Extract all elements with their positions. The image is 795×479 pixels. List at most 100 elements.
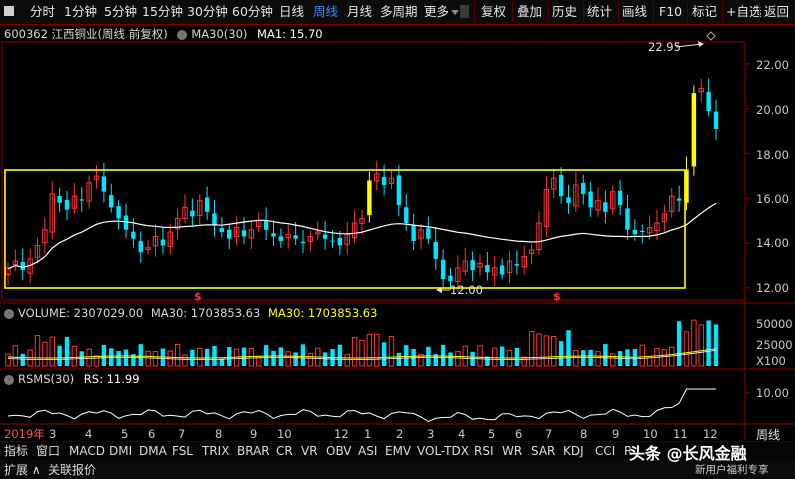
volume-bar	[528, 331, 535, 367]
tab-kdj[interactable]: KDJ	[563, 443, 584, 459]
volume-bar	[625, 349, 630, 366]
volume-bar	[595, 351, 601, 367]
volume-bar	[197, 347, 203, 367]
tab-cr[interactable]: CR	[276, 443, 293, 459]
candle-body	[470, 260, 475, 271]
tab-asi[interactable]: ASI	[358, 443, 377, 459]
price-frame	[1, 41, 746, 301]
date-label: 2	[396, 427, 404, 441]
candle-body	[101, 176, 107, 192]
tab-wr[interactable]: WR	[502, 443, 522, 459]
settings-icon[interactable]: ·	[4, 374, 14, 385]
date-label: 12	[703, 427, 718, 441]
tab-emv[interactable]: EMV	[385, 443, 411, 459]
volume-bar	[566, 330, 571, 366]
date-label: 4	[458, 427, 466, 441]
tab-rsi[interactable]: RSI	[474, 443, 494, 459]
date-label: 6	[148, 427, 156, 441]
volume-bar	[116, 351, 121, 366]
date-label: 7	[178, 427, 186, 441]
tab-window[interactable]: 窗口	[36, 443, 60, 459]
tab-sar[interactable]: SAR	[531, 443, 555, 459]
candle-body	[381, 176, 387, 185]
volume-bar	[300, 344, 306, 366]
settings-icon[interactable]: ·	[4, 308, 14, 319]
volume-bar	[227, 347, 232, 366]
tab-macd[interactable]: MACD	[69, 443, 105, 459]
rs-value: RS: 11.99	[83, 372, 140, 386]
price-tick-20: 20.00	[756, 103, 789, 117]
volume-bar	[396, 352, 402, 366]
volume-bar	[351, 337, 358, 367]
candle-body	[581, 182, 586, 194]
volume-bar	[683, 331, 690, 367]
candle-body	[603, 202, 608, 212]
volume-bar	[64, 337, 70, 366]
tab-vr[interactable]: VR	[301, 443, 318, 459]
date-label: 12	[334, 427, 349, 441]
expand-button[interactable]: 扩展 ∧	[4, 461, 41, 478]
volume-bar	[388, 335, 395, 367]
volume-bar	[477, 345, 483, 367]
volume-bar	[536, 333, 542, 367]
volume-bar	[101, 345, 107, 366]
volume-bar	[293, 352, 298, 366]
candle-body	[109, 194, 114, 208]
date-label: 8	[215, 427, 223, 441]
volume-bar	[374, 333, 380, 367]
indicator-label: 指标	[4, 444, 29, 458]
candle-body	[204, 197, 210, 212]
volume-bar	[57, 345, 62, 366]
tab-dma[interactable]: DMA	[139, 443, 167, 459]
candle-body	[57, 195, 62, 203]
tab-dmi[interactable]: DMI	[109, 443, 132, 459]
date-label: 10	[277, 427, 292, 441]
candle-body	[411, 225, 416, 241]
kline-chart[interactable]	[0, 0, 795, 479]
date-label: 9	[612, 427, 620, 441]
volume-bar	[698, 324, 704, 367]
tab-fsl[interactable]: FSL	[172, 443, 193, 459]
volume-bar	[558, 341, 564, 366]
candle-body	[485, 265, 490, 273]
date-label: 5	[488, 427, 496, 441]
price-tick-16: 16.00	[756, 192, 789, 206]
candle-body	[131, 231, 136, 239]
candle-body	[190, 210, 195, 217]
watermark-sub: 新用户福利专享	[695, 464, 769, 476]
volume-bar	[551, 336, 557, 367]
candle-body	[396, 175, 402, 206]
volume-bar	[455, 350, 461, 367]
candle-body	[588, 191, 593, 208]
volume-bar	[219, 359, 225, 366]
tab-trix[interactable]: TRIX	[202, 443, 229, 459]
candle-body	[706, 91, 711, 112]
vol-tick-50000: 50000	[756, 317, 793, 331]
price-tick-18: 18.00	[756, 148, 789, 162]
date-year: 2019年	[4, 427, 45, 441]
candle-body	[566, 197, 571, 203]
price-tick-12: 12.00	[756, 281, 789, 295]
volume-ma-line	[7, 348, 717, 359]
date-label: 3	[49, 427, 57, 441]
volume-bar	[492, 347, 498, 367]
tab-brar[interactable]: BRAR	[237, 443, 270, 459]
volume-bar	[204, 348, 210, 366]
volume-bar	[5, 353, 11, 367]
tab-obv[interactable]: OBV	[326, 443, 352, 459]
date-label: 7	[545, 427, 553, 441]
volume-bar	[404, 345, 409, 366]
price-panel	[4, 31, 719, 293]
tab-vol-tdx[interactable]: VOL-TDX	[417, 443, 469, 459]
linked-quote-button[interactable]: 关联报价	[48, 461, 96, 478]
volume-bar	[543, 335, 550, 367]
candle-body	[625, 208, 630, 230]
candle-body	[514, 264, 520, 266]
volume-bar	[359, 339, 365, 367]
volume-bar	[337, 344, 343, 366]
volume-bar	[86, 348, 92, 367]
tab-cci[interactable]: CCI	[595, 443, 615, 459]
candle-body	[367, 180, 372, 216]
candle-body	[426, 228, 431, 239]
volume-bar	[669, 346, 675, 367]
